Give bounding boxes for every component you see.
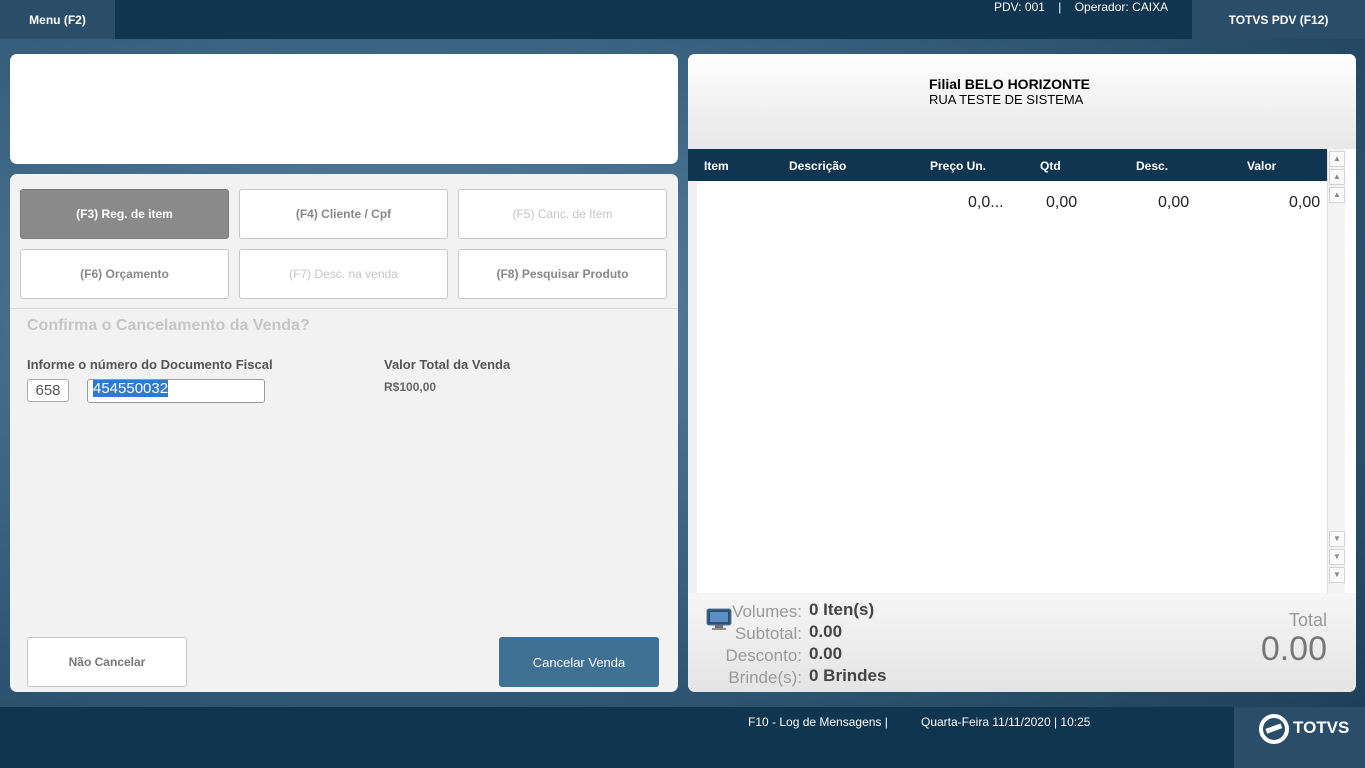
nao-cancelar-button[interactable]: Não Cancelar <box>27 637 187 687</box>
subtotal-label: Subtotal: <box>734 624 802 643</box>
receipt-panel: Filial BELO HORIZONTE RUA TESTE DE SISTE… <box>688 54 1356 692</box>
serie-field[interactable]: 658 <box>27 379 69 402</box>
store-address: RUA TESTE DE SISTEMA <box>929 92 1084 107</box>
table-left-strip <box>688 181 697 593</box>
volumes-value: 0 Iten(s) <box>809 600 875 619</box>
brindes-value: 0 Brindes <box>809 666 887 685</box>
cliente-cpf-button[interactable]: (F4) Cliente / Cpf <box>239 189 448 239</box>
total-label: Total <box>1288 610 1327 630</box>
desc-venda-button[interactable]: (F7) Desc. na venda <box>239 249 448 299</box>
desconto-label: Desconto: <box>725 646 802 665</box>
col-qtd: Qtd <box>1040 159 1061 173</box>
totvs-pdv-button[interactable]: TOTVS PDV (F12) <box>1192 0 1365 39</box>
orcamento-button[interactable]: (F6) Orçamento <box>20 249 229 299</box>
message-panel <box>10 54 678 164</box>
datetime: Quarta-Feira 11/11/2020 | 10:25 <box>921 715 1091 729</box>
desconto-value: 0.00 <box>809 644 843 663</box>
col-item: Item <box>704 159 729 173</box>
totals-panel: Volumes: 0 Iten(s) Subtotal: 0.00 Descon… <box>688 593 1356 692</box>
filial-name: Filial BELO HORIZONTE <box>929 76 1091 92</box>
col-desc: Desc. <box>1136 159 1169 173</box>
function-panel: (F3) Reg. de item (F4) Cliente / Cpf (F5… <box>10 174 678 692</box>
scroll-down-icon[interactable]: ▼ <box>1329 531 1345 547</box>
pesquisar-produto-button[interactable]: (F8) Pesquisar Produto <box>458 249 667 299</box>
scroll-page-down-icon[interactable]: ▼ <box>1329 549 1345 565</box>
scroll-up-icon[interactable]: ▲ <box>1329 187 1345 203</box>
scroll-page-up-icon[interactable]: ▲ <box>1329 169 1345 185</box>
totvs-logo-text: TOTVS <box>1293 718 1350 737</box>
scroll-top-icon[interactable]: ▲ <box>1329 151 1345 167</box>
canc-item-button[interactable]: (F5) Canc. de Item <box>458 189 667 239</box>
store-header: Filial BELO HORIZONTE RUA TESTE DE SISTE… <box>688 54 1356 149</box>
scroll-bottom-icon[interactable]: ▼ <box>1329 567 1345 583</box>
items-table-header: Item Descrição Preço Un. Qtd Desc. Valor <box>688 149 1327 181</box>
col-preco: Preço Un. <box>930 159 987 173</box>
log-mensagens-link[interactable]: F10 - Log de Mensagens | <box>748 715 888 729</box>
bottom-bar: F10 - Log de Mensagens | Quarta-Feira 11… <box>0 707 1365 768</box>
cancelar-venda-button[interactable]: Cancelar Venda <box>499 637 659 687</box>
top-bar: Menu (F2) PDV: 001 | Operador: CAIXA TOT… <box>0 0 1365 39</box>
total-sale-value: R$100,00 <box>384 380 437 394</box>
pdv-operator-info: PDV: 001 | Operador: CAIXA <box>994 0 1169 14</box>
total-sale-label: Valor Total da Venda <box>384 357 511 372</box>
confirm-title: Confirma o Cancelamento da Venda? <box>27 317 310 334</box>
volumes-label: Volumes: <box>732 602 802 621</box>
cell-desc: 0,00 <box>1158 194 1190 211</box>
cell-qtd: 0,00 <box>1046 194 1078 211</box>
menu-button[interactable]: Menu (F2) <box>0 0 115 39</box>
col-descricao: Descrição <box>789 159 847 173</box>
total-value: 0.00 <box>1260 630 1327 668</box>
col-valor: Valor <box>1247 159 1277 173</box>
reg-item-button[interactable]: (F3) Reg. de item <box>20 189 229 239</box>
doc-number-value: 454550032 <box>93 380 169 397</box>
totvs-logo-icon <box>1259 714 1289 744</box>
brindes-label: Brinde(s): <box>728 668 802 687</box>
items-scrollbar[interactable]: ▲ ▲ ▲ ▼ ▼ ▼ <box>1327 149 1345 593</box>
doc-number-label: Informe o número do Documento Fiscal <box>27 357 273 372</box>
cell-preco: 0,0... <box>968 194 1004 211</box>
doc-number-input[interactable]: 454550032 <box>87 379 265 403</box>
subtotal-value: 0.00 <box>809 622 843 641</box>
cell-valor: 0,00 <box>1289 194 1321 211</box>
divider <box>10 308 678 309</box>
